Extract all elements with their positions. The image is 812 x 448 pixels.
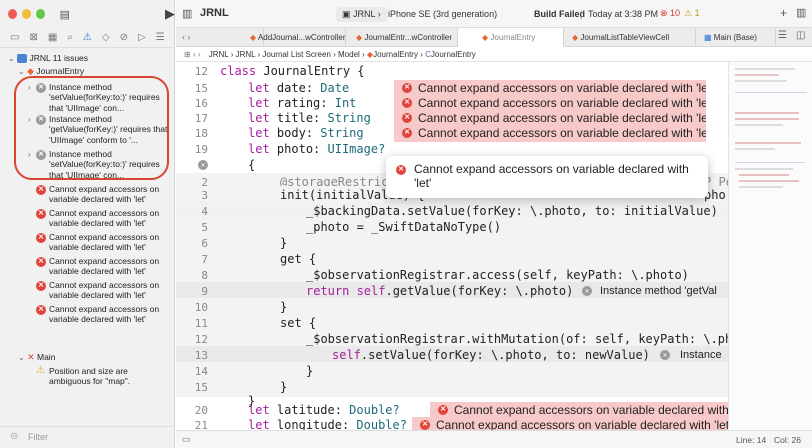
report-icon[interactable]: ☰ <box>156 32 165 43</box>
grid-icon[interactable]: ⊞ <box>184 50 191 59</box>
navigator-selector-bar: ▭ ⊠ ▦ ⌕ ⚠ ◇ ⊘ ▷ ☰ <box>0 28 175 48</box>
crumb-file[interactable]: JournalEntry <box>373 50 418 59</box>
error-icon: ✕ <box>402 113 412 123</box>
find-icon[interactable]: ⌕ <box>67 32 73 43</box>
error-icon: ✕ <box>36 185 46 195</box>
close-window-button[interactable] <box>8 9 17 19</box>
code-line: 21 let longitude: Double? ✕ Cannot expand… <box>176 416 728 430</box>
highlight-circle <box>14 76 169 180</box>
code-editor[interactable]: 12 class JournalEntry { 15 let date: Dat… <box>176 62 728 430</box>
crumb-model[interactable]: Model <box>338 50 360 59</box>
scheme-selector[interactable]: ▣ JRNL › <box>336 7 387 22</box>
tab-journallist-cell[interactable]: ◆ JournalListTableViewCell <box>564 28 696 47</box>
build-status: Build Failed <box>534 9 586 19</box>
run-icon[interactable]: ▶ <box>165 6 175 22</box>
error-icon: ✕ <box>660 350 670 360</box>
app-icon: ▣ <box>342 9 351 19</box>
xcode-window: ▤ ▶ ▭ ⊠ ▦ ⌕ ⚠ ◇ ⊘ ▷ ☰ ⌄ JRNL 11 issues ⌄… <box>0 0 812 448</box>
warning-count-badge[interactable]: ⚠ 1 <box>684 8 700 19</box>
swift-file-icon: ◆ <box>27 66 34 76</box>
chevron-down-icon[interactable]: ⌄ <box>8 54 15 63</box>
error-icon: ✕ <box>438 405 448 415</box>
expand-icon[interactable]: ✕ <box>198 160 208 170</box>
error-icon: ✕ <box>402 98 412 108</box>
error-icon: ✕ <box>402 83 412 93</box>
warning-icon: ⚠ <box>36 365 45 376</box>
editor-tabs: ‹ › ◆ AddJournal...wController ◆ Journal… <box>176 28 812 47</box>
file-issue-group[interactable]: ⌄ ✕ Main <box>0 352 175 364</box>
sidebar-toggle-icon[interactable]: ▤ <box>60 8 70 21</box>
device-selector[interactable]: iPhone SE (3rd generation) <box>388 9 497 19</box>
error-icon: ✕ <box>402 128 412 138</box>
symbol-icon[interactable]: ▦ <box>48 32 57 43</box>
inline-error[interactable]: ✕ Cannot expand accessors on variable dec… <box>412 417 728 430</box>
error-icon: ✕ <box>582 286 592 296</box>
error-icon: ✕ <box>36 281 46 291</box>
crumb-class[interactable]: JournalEntry <box>431 50 476 59</box>
cursor-col: Col: 26 <box>774 435 801 445</box>
error-icon: ✕ <box>36 305 46 315</box>
split-editor-icon[interactable]: ☰ <box>778 30 787 41</box>
forward-icon[interactable]: › <box>198 50 201 59</box>
breakpoint-icon[interactable]: ▷ <box>138 32 146 43</box>
error-icon: ✕ <box>36 233 46 243</box>
inspector-toggle-icon[interactable]: ▥ <box>796 6 806 19</box>
error-icon: ✕ <box>420 420 430 430</box>
tab-journalentry-controller[interactable]: ◆ JournalEntr...wController <box>346 28 458 47</box>
filter-field[interactable]: ⊜ Filter <box>0 426 175 448</box>
error-count-badge[interactable]: ⊗ 10 <box>660 8 680 19</box>
project-issue-row[interactable]: ⌄ JRNL 11 issues <box>0 53 175 65</box>
zoom-window-button[interactable] <box>35 9 45 19</box>
error-icon: ✕ <box>36 257 46 267</box>
crumb-jrnl-folder[interactable]: JRNL <box>236 50 256 59</box>
debug-icon[interactable]: ⊘ <box>120 32 128 43</box>
console-toggle-icon[interactable]: ▭ <box>182 434 191 445</box>
build-time: Today at 3:38 PM <box>588 9 659 19</box>
sidebar-right-icon[interactable]: ▥ <box>182 7 192 20</box>
chevron-down-icon[interactable]: ⌄ <box>18 67 25 76</box>
swift-file-icon: ◆ <box>356 33 363 42</box>
error-icon: ✕ <box>396 165 406 175</box>
error-icon: ✕ <box>36 209 46 219</box>
breadcrumb: ⊞ ‹ › JRNL › JRNL › Journal List Screen … <box>176 47 812 62</box>
source-control-icon[interactable]: ⊠ <box>29 32 37 43</box>
crumb-journal-list[interactable]: Journal List Screen <box>262 50 330 59</box>
storyboard-icon: ✕ <box>27 352 35 362</box>
add-icon[interactable]: + <box>780 6 787 20</box>
tab-addjournal[interactable]: ◆ AddJournal...wController <box>198 28 346 47</box>
swift-file-icon: ◆ <box>250 33 257 42</box>
minimize-window-button[interactable] <box>21 9 31 19</box>
folder-icon[interactable]: ▭ <box>10 32 19 43</box>
crumb-jrnl[interactable]: JRNL <box>209 50 229 59</box>
filter-icon: ⊜ <box>10 431 19 442</box>
issue-icon[interactable]: ⚠ <box>83 32 92 43</box>
swift-file-icon: ◆ <box>482 33 489 42</box>
swift-file-icon: ◆ <box>572 33 579 42</box>
cursor-line: Line: 14 <box>736 435 767 445</box>
split-icon[interactable]: ◫ <box>796 30 805 41</box>
chevron-down-icon[interactable]: ⌄ <box>18 353 25 362</box>
tab-main-storyboard[interactable]: ▦ Main (Base) <box>696 28 776 47</box>
window-controls: ▤ ▶ <box>0 0 175 28</box>
toolbar: ▥ JRNL ▣ JRNL › iPhone SE (3rd generatio… <box>176 0 812 28</box>
test-icon[interactable]: ◇ <box>102 32 110 43</box>
status-bar: ▭ Line: 14 Col: 26 <box>176 430 812 448</box>
issue-navigator: ▤ ▶ ▭ ⊠ ▦ ⌕ ⚠ ◇ ⊘ ▷ ☰ ⌄ JRNL 11 issues ⌄… <box>0 0 175 448</box>
minimap[interactable] <box>728 62 812 430</box>
error-popover[interactable]: ✕ Cannot expand accessors on variable de… <box>386 156 708 198</box>
project-title: JRNL <box>200 7 229 19</box>
back-icon[interactable]: ‹ <box>193 50 196 59</box>
storyboard-icon: ▦ <box>704 33 712 42</box>
tab-journalentry[interactable]: ◆ JournalEntry <box>458 28 564 47</box>
project-icon <box>17 54 28 64</box>
